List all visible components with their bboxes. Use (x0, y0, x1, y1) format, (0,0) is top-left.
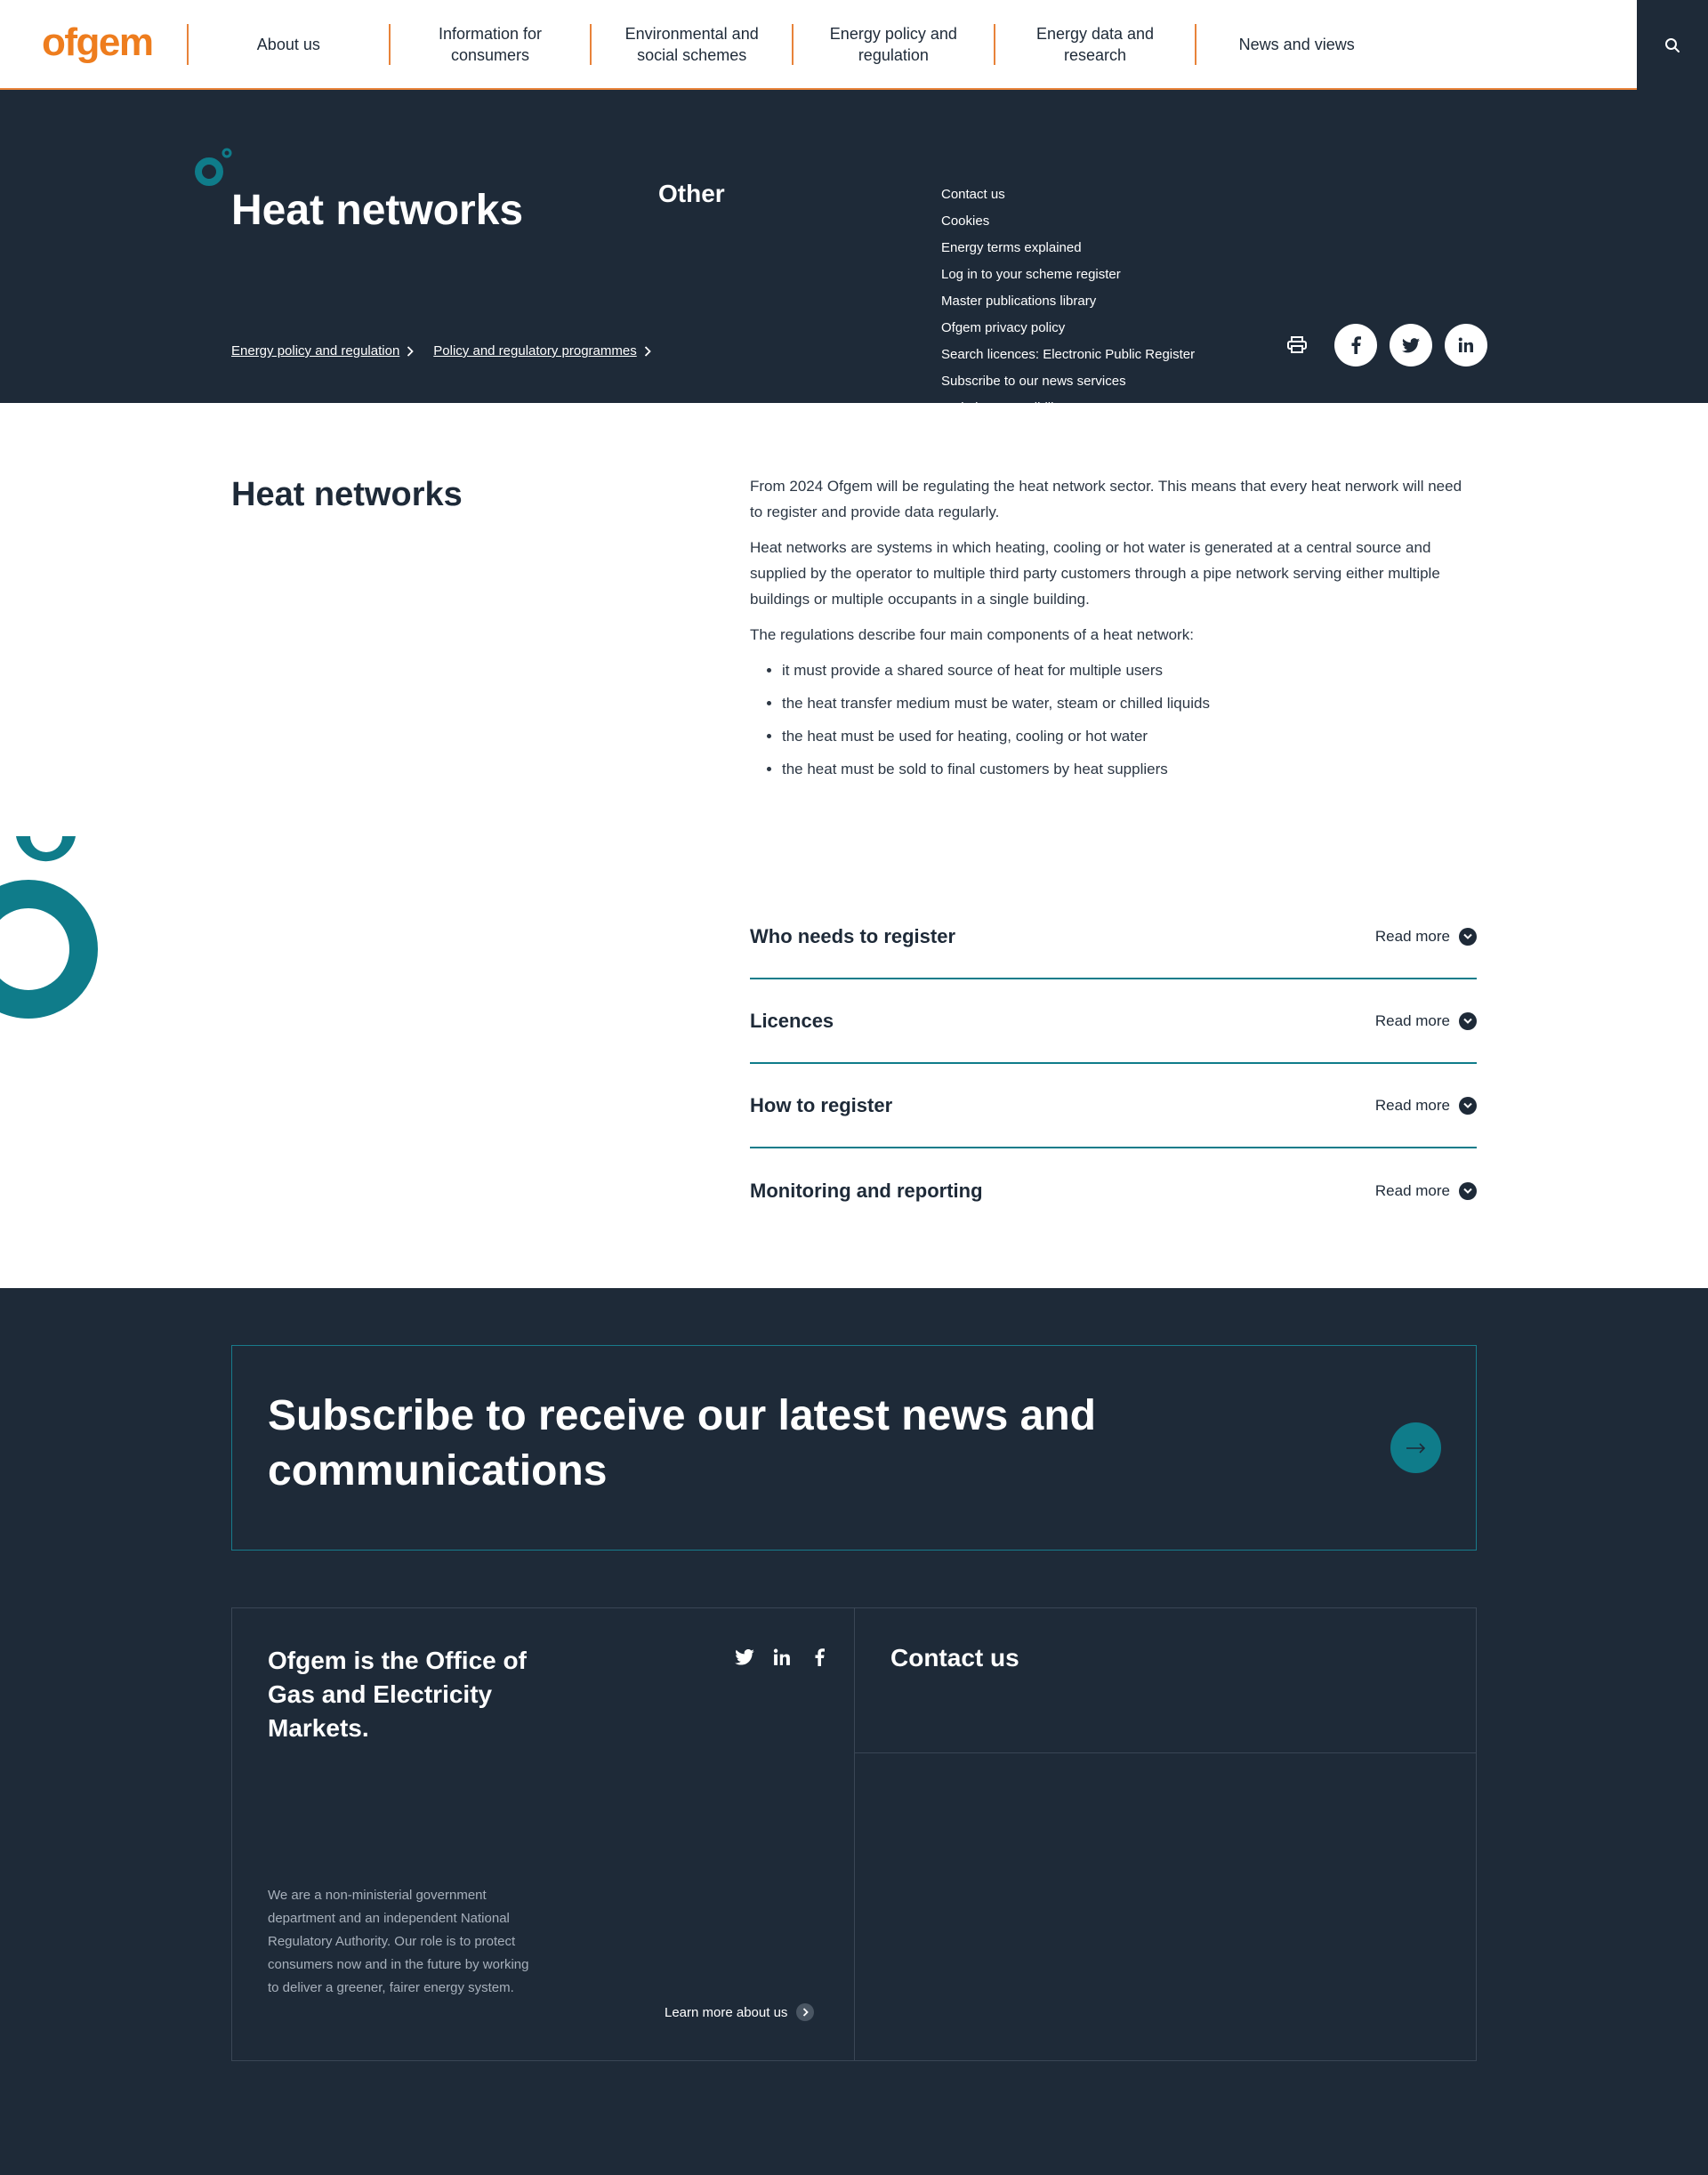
footer-link[interactable]: Cookies (941, 208, 1195, 235)
about-title: Ofgem is the Office of Gas and Electrici… (268, 1647, 527, 1742)
subscribe-banner[interactable]: Subscribe to receive our latest news and… (231, 1345, 1477, 1551)
nav-item-information-for-consumers[interactable]: Information for consumers (388, 24, 591, 65)
list-item: the heat must be sold to final customers… (782, 756, 1477, 782)
facebook-icon[interactable] (808, 1646, 831, 1669)
facebook-icon (1351, 336, 1361, 354)
breadcrumb-item[interactable]: Energy policy and regulation (231, 343, 415, 358)
chevron-down-icon (1459, 927, 1477, 946)
search-icon (1665, 37, 1680, 52)
chevron-right-icon (407, 345, 415, 357)
print-button[interactable] (1281, 329, 1313, 361)
components-list: it must provide a shared source of heat … (782, 657, 1477, 782)
share-twitter-button[interactable] (1390, 324, 1432, 367)
contact-us-link[interactable]: Contact us (890, 1644, 1019, 1672)
chevron-right-icon (796, 2003, 815, 2021)
nav-item-energy-policy-and-regulation[interactable]: Energy policy and regulation (792, 24, 994, 65)
subscribe-heading: Subscribe to receive our latest news and… (268, 1392, 1096, 1494)
section-heading: Heat networks (231, 476, 463, 513)
paragraph: From 2024 Ofgem will be regulating the h… (750, 478, 1462, 520)
accordion-item-monitoring-and-reporting[interactable]: Monitoring and reporting Read more (750, 1148, 1477, 1233)
subscribe-arrow-button[interactable] (1390, 1422, 1441, 1473)
search-button[interactable] (1637, 0, 1708, 90)
nav-item-energy-data-and-research[interactable]: Energy data and research (993, 24, 1196, 65)
decorative-circles-icon (195, 148, 232, 186)
list-item: the heat must be used for heating, cooli… (782, 723, 1477, 749)
footer-link[interactable]: Subscribe to our news services (941, 368, 1195, 395)
footer-link[interactable]: Master publications library (941, 288, 1195, 315)
footer-link[interactable]: Contact us (941, 181, 1195, 208)
paragraph: Heat networks are systems in which heati… (750, 539, 1440, 608)
chevron-down-icon (1459, 1096, 1477, 1115)
linkedin-icon[interactable] (770, 1646, 794, 1669)
breadcrumb-label[interactable]: Policy and regulatory programmes (433, 343, 636, 358)
decorative-rings-icon (0, 836, 98, 1019)
read-more-link[interactable]: Read more (1374, 1181, 1477, 1200)
learn-more-label: Learn more about us (665, 2004, 788, 2020)
read-more-link[interactable]: Read more (1374, 927, 1477, 946)
accordion-item-licences[interactable]: Licences Read more (750, 979, 1477, 1064)
footer-link[interactable]: Website accessibility (941, 395, 1195, 422)
breadcrumb-label[interactable]: Energy policy and regulation (231, 343, 399, 358)
footer-contact: Contact us (855, 1608, 1476, 1753)
list-item: it must provide a shared source of heat … (782, 657, 1477, 683)
page-title: Heat networks (231, 187, 524, 234)
breadcrumb: Energy policy and regulation Policy and … (231, 343, 651, 358)
learn-more-link[interactable]: Learn more about us (665, 2003, 815, 2021)
other-heading: Other (658, 180, 725, 207)
accordion: Who needs to register Read more Licences… (750, 895, 1477, 1233)
print-icon (1287, 336, 1307, 353)
accordion-item-how-to-register[interactable]: How to register Read more (750, 1064, 1477, 1148)
ofgem-logo[interactable]: ofgem (42, 20, 154, 66)
list-item: the heat transfer medium must be water, … (782, 690, 1477, 716)
other-links-list: Contact us Cookies Energy terms explaine… (941, 181, 1195, 422)
twitter-icon[interactable] (733, 1646, 756, 1669)
nav-item-about-us[interactable]: About us (187, 24, 389, 65)
arrow-right-icon (1406, 1442, 1425, 1454)
accordion-title: How to register (750, 1093, 893, 1116)
read-more-label: Read more (1374, 1011, 1450, 1029)
nav-item-news-and-views[interactable]: News and views (1195, 24, 1397, 65)
read-more-link[interactable]: Read more (1374, 1011, 1477, 1030)
breadcrumb-item[interactable]: Policy and regulatory programmes (433, 343, 651, 358)
footer-link[interactable]: Search licences: Electronic Public Regis… (941, 342, 1195, 368)
social-links (733, 1646, 831, 1669)
share-linkedin-button[interactable] (1445, 324, 1487, 367)
accordion-title: Licences (750, 1009, 834, 1032)
footer-link[interactable]: Log in to your scheme register (941, 262, 1195, 288)
chevron-down-icon (1459, 1181, 1477, 1200)
chevron-right-icon (644, 345, 651, 357)
chevron-down-icon (1459, 1011, 1477, 1030)
read-more-label: Read more (1374, 1181, 1450, 1199)
read-more-label: Read more (1374, 1096, 1450, 1114)
linkedin-icon (1458, 337, 1473, 352)
intro-content: From 2024 Ofgem will be regulating the h… (750, 473, 1477, 789)
main-nav: About us Information for consumers Envir… (187, 24, 1397, 65)
paragraph: The regulations describe four main compo… (750, 626, 1194, 643)
share-facebook-button[interactable] (1334, 324, 1377, 367)
accordion-title: Who needs to register (750, 924, 956, 947)
footer-panel: Ofgem is the Office of Gas and Electrici… (231, 1607, 1477, 2061)
footer-about: Ofgem is the Office of Gas and Electrici… (232, 1608, 855, 2060)
share-toolbar (1281, 324, 1487, 367)
footer-link[interactable]: Ofgem privacy policy (941, 315, 1195, 342)
read-more-link[interactable]: Read more (1374, 1096, 1477, 1115)
footer-link[interactable]: Energy terms explained (941, 235, 1195, 262)
read-more-label: Read more (1374, 927, 1450, 945)
site-header: ofgem About us Information for consumers… (0, 0, 1708, 90)
accordion-title: Monitoring and reporting (750, 1179, 983, 1202)
nav-item-environmental-and-social-schemes[interactable]: Environmental and social schemes (590, 24, 792, 65)
accordion-item-who-needs-to-register[interactable]: Who needs to register Read more (750, 895, 1477, 979)
about-description: We are a non-ministerial government depa… (268, 1888, 529, 1995)
twitter-icon (1402, 337, 1420, 352)
